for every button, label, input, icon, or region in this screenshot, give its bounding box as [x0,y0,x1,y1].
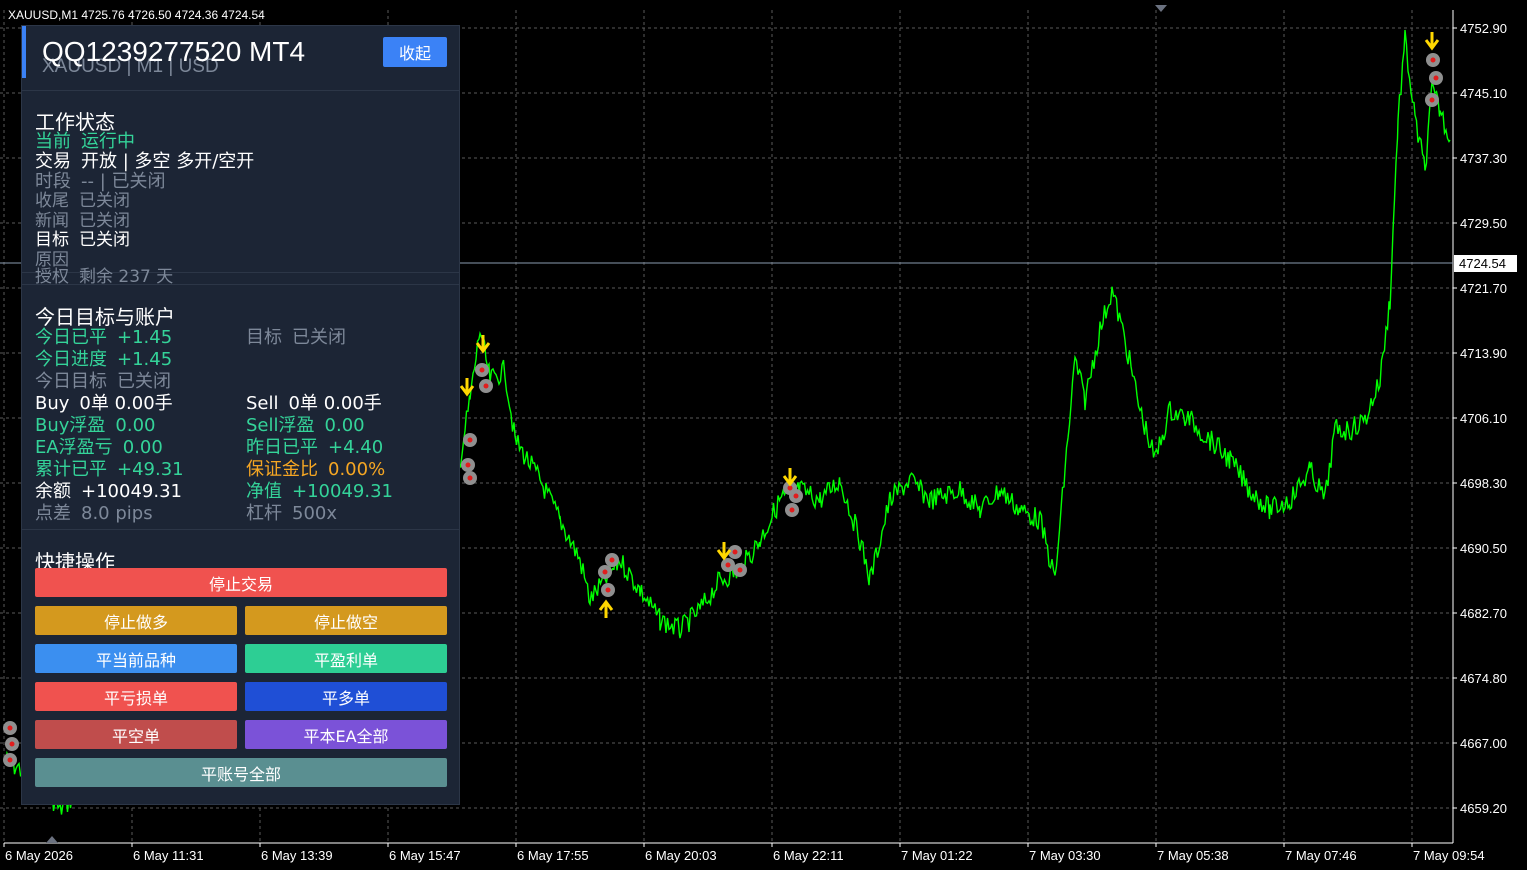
close-sell-button[interactable]: 平空单 [35,720,237,749]
price-tick-label: 4667.00 [1460,736,1507,751]
price-tick-label: 4698.30 [1460,476,1507,491]
spread-label: 点差 [35,503,71,524]
price-tick-label: 4713.90 [1460,346,1507,361]
price-tick-label: 4682.70 [1460,606,1507,621]
leverage-value: 500x [292,503,338,524]
time-tick-label: 7 May 03:30 [1029,848,1101,863]
order-dot-icon [7,725,13,731]
stop-trading-button[interactable]: 停止交易 [35,568,447,597]
order-dot-icon [1429,97,1435,103]
time-tick-label: 6 May 22:11 [773,848,844,863]
price-tick-label: 4690.50 [1460,541,1507,556]
stop-long-button[interactable]: 停止做多 [35,606,237,635]
order-dot-icon [9,741,15,747]
price-tick-label: 4745.10 [1460,86,1507,101]
time-tick-label: 6 May 2026 [5,848,73,863]
order-dot-icon [479,367,485,373]
stop-short-button[interactable]: 停止做空 [245,606,447,635]
target2-value: 已关闭 [292,327,346,348]
panel-accent-bar [22,26,26,78]
time-tick-label: 6 May 11:31 [133,848,204,863]
time-tick-label: 7 May 07:46 [1285,848,1357,863]
order-dot-icon [467,475,473,481]
close-symbol-button[interactable]: 平当前品种 [35,644,237,673]
order-dot-icon [465,462,471,468]
time-tick-label: 6 May 15:47 [389,848,461,863]
divider [22,284,459,285]
divider [22,90,459,91]
close-loss-button[interactable]: 平亏损单 [35,682,237,711]
order-dot-icon [793,493,799,499]
order-dot-icon [1430,57,1436,63]
order-dot-icon [7,757,13,763]
time-tick-label: 7 May 09:54 [1413,848,1485,863]
order-dot-icon [609,557,615,563]
order-dot-icon [789,507,795,513]
price-tick-label: 4737.30 [1460,151,1507,166]
price-tick-label: 4706.10 [1460,411,1507,426]
close-ea-all-button[interactable]: 平本EA全部 [245,720,447,749]
panel-title: QQ1239277520 MT4 [42,36,306,67]
time-tick-label: 6 May 13:39 [261,848,333,863]
status-target-value: 已关闭 [79,230,130,250]
order-dot-icon [732,549,738,555]
price-tick-label: 4674.80 [1460,671,1507,686]
order-dot-icon [483,383,489,389]
target2-label: 目标 [246,327,282,348]
order-dot-icon [1433,75,1439,81]
order-dot-icon [605,587,611,593]
collapse-button[interactable]: 收起 [383,37,447,67]
price-tick-label: 4721.70 [1460,281,1507,296]
close-buy-button[interactable]: 平多单 [245,682,447,711]
leverage-label: 杠杆 [246,503,282,524]
time-tick-label: 6 May 17:55 [517,848,589,863]
symbol-quote-line: XAUUSD,M1 4725.76 4726.50 4724.36 4724.5… [8,8,265,22]
close-profit-button[interactable]: 平盈利单 [245,644,447,673]
order-dot-icon [737,567,743,573]
ea-control-panel: XAUUSD | M1 | USD QQ1239277520 MT4 收起 工作… [21,25,460,805]
current-price-label: 4724.54 [1459,256,1506,271]
price-tick-label: 4752.90 [1460,21,1507,36]
time-tick-label: 6 May 20:03 [645,848,717,863]
time-tick-label: 7 May 01:22 [901,848,973,863]
price-tick-label: 4729.50 [1460,216,1507,231]
close-account-all-button[interactable]: 平账号全部 [35,758,447,787]
price-tick-label: 4659.20 [1460,801,1507,816]
order-dot-icon [725,562,731,568]
divider [22,529,459,530]
spread-value: 8.0 pips [81,503,153,524]
order-dot-icon [602,569,608,575]
time-tick-label: 7 May 05:38 [1157,848,1229,863]
order-dot-icon [467,437,473,443]
